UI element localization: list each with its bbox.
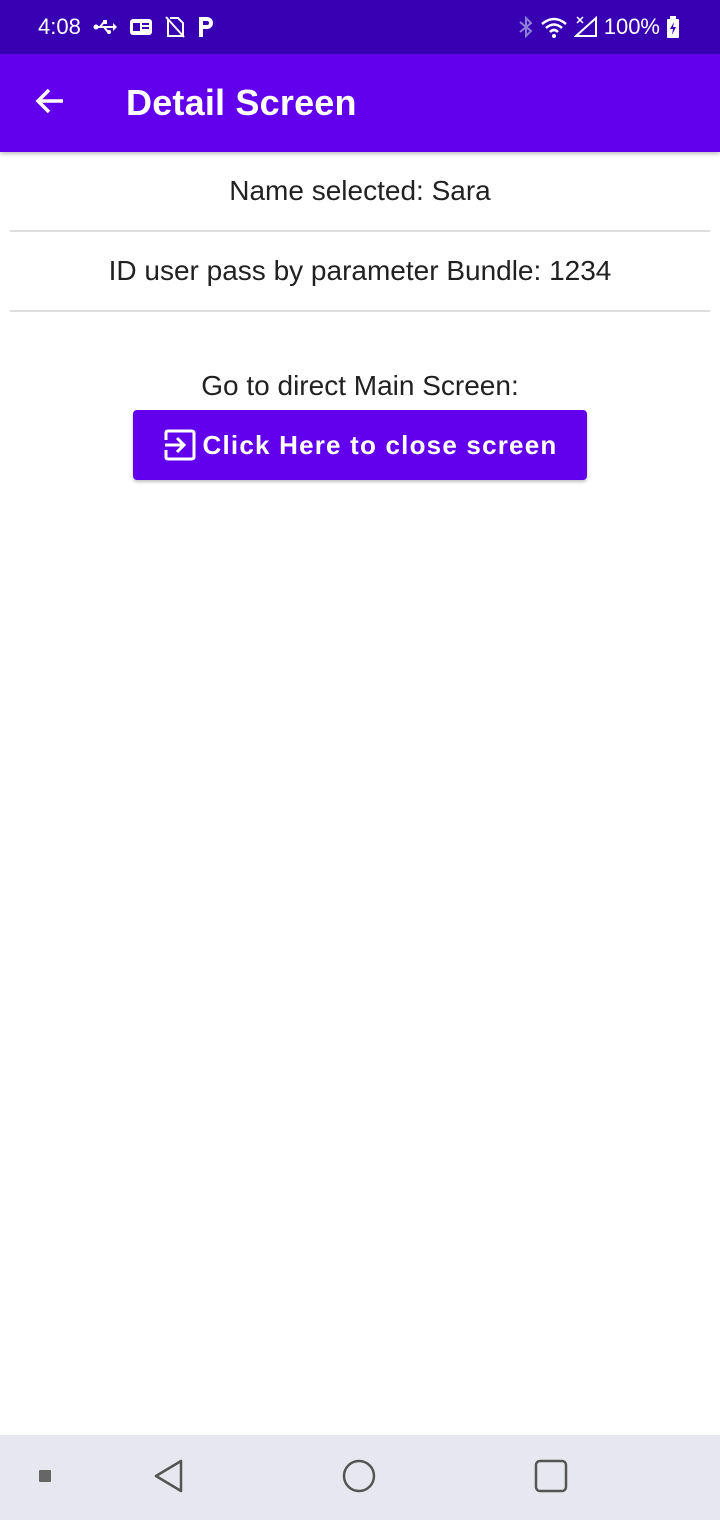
nav-home-button[interactable] [338,1457,380,1499]
page-title: Detail Screen [126,82,357,123]
goto-main-text: Go to direct Main Screen: [201,370,519,401]
name-row: Name selected: Sara [0,152,720,230]
parking-icon [197,16,215,38]
name-selected-text: Name selected: Sara [229,175,491,206]
status-right: 100% [518,14,680,40]
arrow-back-icon [34,85,66,122]
nav-back-button[interactable] [148,1457,190,1499]
home-circle-icon [342,1459,376,1498]
status-left: 4:08 [38,14,215,40]
usb-icon [93,19,117,35]
sim-card-icon [129,18,153,36]
id-user-text: ID user pass by parameter Bundle: 1234 [108,255,612,286]
close-screen-button[interactable]: Click Here to close screen [133,410,587,480]
battery-percent: 100% [603,14,660,39]
signal-icon [573,16,598,38]
battery-charging-icon [666,16,680,38]
exit-to-app-icon [163,428,197,462]
bluetooth-icon [518,16,534,38]
no-sim-icon [165,16,185,38]
back-button[interactable] [0,54,100,152]
close-button-wrapper: Click Here to close screen [0,390,720,480]
id-row: ID user pass by parameter Bundle: 1234 [0,232,720,310]
overview-square-icon [534,1459,568,1498]
wifi-icon [540,16,568,38]
detail-content: Name selected: Sara ID user pass by para… [0,152,720,480]
back-triangle-icon [153,1459,185,1498]
nav-overview-button[interactable] [530,1457,572,1499]
close-screen-button-label: Click Here to close screen [202,429,558,460]
status-time: 4:08 [38,14,81,39]
recent-dot-icon [39,1469,51,1487]
app-bar: Detail Screen [0,54,720,152]
recent-dot-button[interactable] [34,1467,56,1489]
system-nav-bar [0,1435,720,1520]
status-bar: 4:08 100% [0,0,720,54]
